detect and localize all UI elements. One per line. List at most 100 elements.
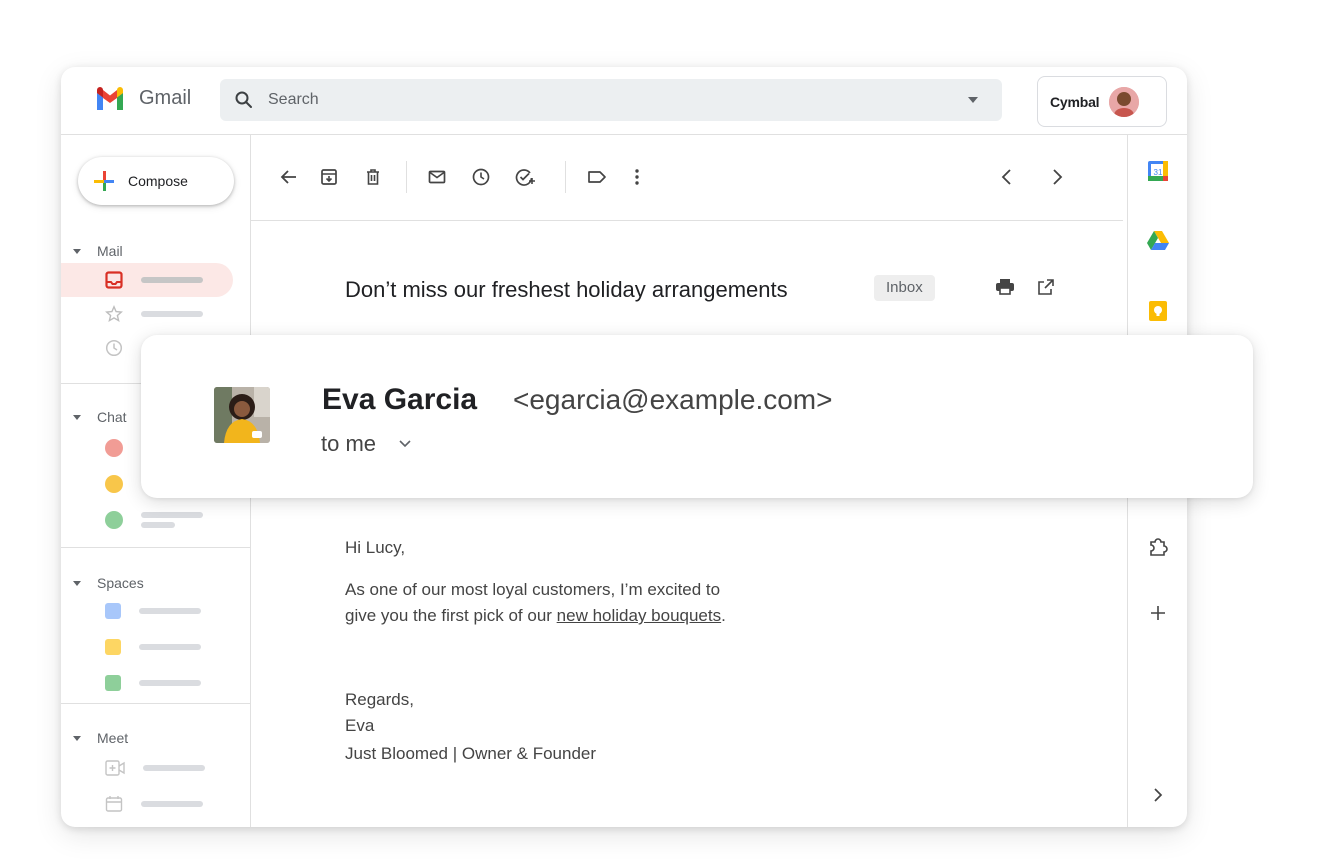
email-signoff: Regards, [345, 690, 414, 709]
sidebar-item-placeholder [139, 680, 201, 686]
print-button[interactable] [993, 275, 1017, 299]
toolbar-divider [406, 161, 407, 193]
sender-photo-icon [214, 387, 270, 443]
search-icon[interactable] [234, 90, 254, 110]
chevron-right-icon [1154, 788, 1163, 802]
space-icon [105, 639, 121, 655]
chat-section-label: Chat [97, 409, 127, 425]
collapse-arrow-icon [73, 248, 81, 254]
svg-text:31: 31 [1154, 168, 1163, 177]
mail-section-header[interactable]: Mail [73, 243, 123, 259]
recipient-details[interactable]: to me [321, 431, 412, 457]
signature-name: Eva [345, 716, 375, 735]
inbox-icon [105, 271, 123, 289]
google-calendar-icon: 31 [1148, 161, 1168, 181]
chat-preview-placeholder [141, 512, 203, 528]
show-side-panel-button[interactable] [1146, 783, 1170, 807]
calendar-app-button[interactable]: 31 [1146, 159, 1170, 183]
sender-name: Eva Garcia [322, 383, 478, 416]
search-bar[interactable] [220, 79, 1002, 121]
brand-logo: Cymbal [1050, 93, 1100, 110]
sidebar-item-placeholder [141, 277, 203, 283]
add-ons-button[interactable] [1146, 535, 1170, 559]
collapse-arrow-icon [73, 414, 81, 420]
drive-app-button[interactable] [1146, 229, 1170, 253]
sidebar-divider [61, 547, 251, 548]
get-add-ons-button[interactable] [1146, 601, 1170, 625]
chat-section-header[interactable]: Chat [73, 409, 127, 425]
sidebar-item-placeholder [141, 801, 203, 807]
sidebar-item-space[interactable] [61, 594, 233, 628]
sidebar-item-starred[interactable] [61, 297, 233, 331]
add-task-icon [515, 169, 535, 186]
meet-section-header[interactable]: Meet [73, 730, 128, 746]
more-vert-icon [635, 169, 639, 185]
inbox-label-badge[interactable]: Inbox [874, 275, 935, 301]
sidebar-item-space[interactable] [61, 630, 233, 664]
app-title: Gmail [139, 87, 192, 109]
sidebar-divider [61, 703, 251, 704]
email-body-text: give you the first pick of our [345, 606, 557, 625]
puzzle-icon [1150, 538, 1168, 556]
newer-message-button[interactable] [995, 165, 1019, 189]
chevron-right-icon [1053, 169, 1063, 185]
space-icon [105, 675, 121, 691]
clock-icon [472, 168, 490, 186]
more-options-button[interactable] [625, 165, 649, 189]
chevron-down-icon[interactable] [398, 439, 412, 449]
sidebar-item-placeholder [141, 311, 203, 317]
account-switcher[interactable]: Cymbal [1037, 76, 1167, 127]
keep-app-button[interactable] [1146, 299, 1170, 323]
sidebar-item-placeholder [139, 608, 201, 614]
open-in-new-icon [1038, 279, 1054, 295]
new-holiday-bouquets-link[interactable]: new holiday bouquets [557, 606, 721, 625]
sidebar-item-new-meeting[interactable] [61, 751, 233, 785]
meet-section-label: Meet [97, 730, 129, 746]
spaces-section-header[interactable]: Spaces [73, 575, 144, 591]
chat-status-dot [105, 475, 123, 493]
signature-title: Just Bloomed | Owner & Founder [345, 744, 597, 763]
clock-icon [105, 339, 123, 357]
email-subject: Don’t miss our freshest holiday arrangem… [345, 277, 788, 302]
gmail-logo[interactable]: Gmail [95, 87, 191, 110]
mail-icon [428, 170, 446, 184]
sidebar-item-join-meeting[interactable] [61, 787, 233, 821]
email-body-text: . [721, 606, 726, 625]
account-avatar[interactable] [1109, 86, 1140, 117]
compose-button[interactable]: Compose [78, 157, 234, 205]
search-options-icon[interactable] [968, 97, 978, 103]
back-button[interactable] [277, 165, 301, 189]
message-toolbar [251, 135, 1123, 221]
user-avatar-icon [1109, 86, 1140, 117]
sidebar-item-chat[interactable] [61, 503, 233, 537]
compose-plus-icon [94, 171, 114, 191]
delete-button[interactable] [361, 165, 385, 189]
search-input[interactable] [268, 79, 868, 121]
label-button[interactable] [585, 165, 609, 189]
toolbar-divider [565, 161, 566, 193]
sidebar-item-inbox[interactable] [61, 263, 233, 297]
compose-label: Compose [128, 173, 188, 189]
gmail-m-icon [97, 87, 123, 110]
add-task-button[interactable] [513, 165, 537, 189]
archive-button[interactable] [317, 165, 341, 189]
chat-status-dot [105, 439, 123, 457]
open-new-window-button[interactable] [1034, 275, 1058, 299]
chevron-left-icon [1001, 169, 1011, 185]
older-message-button[interactable] [1045, 165, 1069, 189]
snooze-button[interactable] [469, 165, 493, 189]
archive-icon [321, 169, 337, 185]
sidebar-item-placeholder [143, 765, 205, 771]
sender-email: <egarcia@example.com> [513, 384, 833, 415]
email-body-line: give you the first pick of our new holid… [345, 606, 726, 626]
mail-section-label: Mail [97, 243, 123, 259]
video-camera-icon [105, 760, 125, 776]
email-body-line: As one of our most loyal customers, I’m … [345, 580, 721, 599]
mark-unread-button[interactable] [425, 165, 449, 189]
label-icon [588, 171, 606, 183]
email-greeting: Hi Lucy, [345, 538, 406, 557]
space-icon [105, 603, 121, 619]
sender-avatar[interactable] [214, 387, 270, 443]
sidebar-item-space[interactable] [61, 666, 233, 700]
collapse-arrow-icon [73, 580, 81, 586]
